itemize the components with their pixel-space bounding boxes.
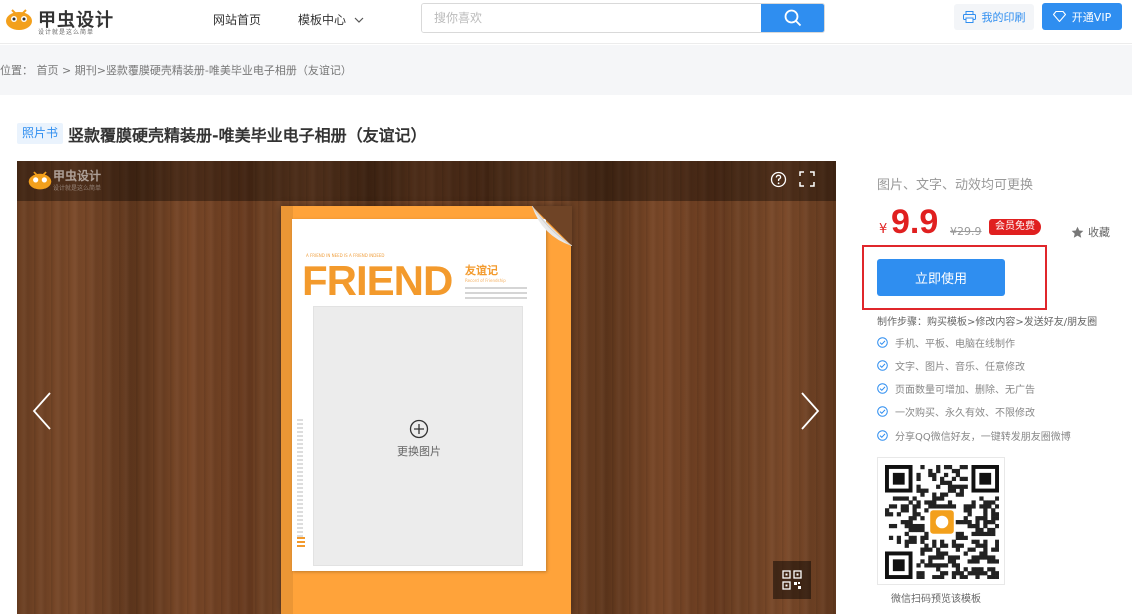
search-bar [421, 3, 825, 33]
original-price: ¥29.9 [950, 225, 982, 238]
vip-free-badge: 会员免费 [989, 219, 1041, 235]
my-print-button[interactable]: 我的印刷 [954, 4, 1034, 30]
star-icon [1071, 226, 1084, 238]
page-title: 竖款覆膜硬壳精装册-唯美毕业电子相册（友谊记） [68, 126, 427, 145]
preview-logo-text: 甲虫设计 [53, 169, 102, 183]
wechat-qr-code [877, 457, 1005, 585]
check-circle-icon [877, 360, 888, 371]
replace-image-action[interactable]: 更换图片 [314, 419, 524, 459]
feature-label: 一次购买、永久有效、不限修改 [895, 408, 1035, 419]
top-header: 甲虫设计 设计就是这么简单 网站首页 模板中心 我的印刷 开通VIP [0, 0, 1132, 44]
search-button[interactable] [761, 4, 824, 32]
feature-label: 文字、图片、音乐、任意修改 [895, 362, 1025, 373]
qr-code-image [885, 465, 999, 579]
previous-arrow-icon[interactable] [31, 391, 53, 431]
breadcrumb-prefix: 位置： [0, 64, 33, 77]
cover-side-bars [297, 537, 305, 549]
favorite-label: 收藏 [1088, 226, 1110, 239]
cover-cn-subtitle: Record of Friendship [465, 278, 506, 283]
open-vip-label: 开通VIP [1071, 10, 1112, 24]
logo-tagline: 设计就是这么简单 [38, 29, 95, 36]
feature-item: 页面数量可增加、删除、无广告 [877, 381, 1035, 396]
feature-label: 页面数量可增加、删除、无广告 [895, 385, 1035, 396]
preview-toolbar: 甲虫设计 设计就是这么简单 [17, 161, 836, 201]
breadcrumb-home[interactable]: 首页 [37, 64, 59, 77]
open-vip-button[interactable]: 开通VIP [1042, 3, 1122, 30]
cover-page: A FRIEND IN NEED IS A FRIEND INDEED FRIE… [292, 219, 546, 571]
qr-caption: 微信扫码预览该模板 [891, 594, 981, 605]
breadcrumb-separator: > [96, 64, 106, 77]
replace-image-label: 更换图片 [397, 445, 441, 458]
nav-home[interactable]: 网站首页 [213, 11, 261, 28]
use-now-button[interactable]: 立即使用 [877, 259, 1005, 296]
beetle-logo-icon [6, 9, 32, 30]
qr-preview-button[interactable] [773, 561, 811, 599]
nav-template-center[interactable]: 模板中心 [298, 11, 364, 28]
cover-side-text [297, 419, 303, 539]
breadcrumb: 位置： 首页 > 期刊>竖款覆膜硬壳精装册-唯美毕业电子相册（友谊记） [0, 62, 352, 78]
plus-circle-icon [409, 419, 429, 439]
search-input[interactable] [422, 4, 762, 32]
printer-icon [962, 11, 976, 23]
breadcrumb-category[interactable]: 期刊 [75, 64, 97, 77]
diamond-icon [1052, 11, 1066, 22]
beetle-logo-icon [28, 171, 52, 190]
qrcode-icon [782, 570, 802, 590]
favorite-button[interactable]: 收藏 [1071, 224, 1110, 240]
template-preview[interactable]: 甲虫设计 设计就是这么简单 A FRIEND IN NEED IS A FRIE… [17, 161, 836, 614]
feature-label: 分享QQ微信好友，一键转发朋友圈微博 [895, 432, 1071, 443]
price-currency: ¥ [879, 222, 888, 237]
feature-item: 文字、图片、音乐、任意修改 [877, 358, 1025, 373]
feature-item: 手机、平板、电脑在线制作 [877, 335, 1015, 350]
site-logo[interactable]: 甲虫设计 设计就是这么简单 [4, 5, 134, 36]
feature-item: 分享QQ微信好友，一键转发朋友圈微博 [877, 428, 1071, 443]
cover-cn-title: 友谊记 [465, 264, 498, 277]
production-steps: 制作步骤：购买模板>修改内容>发送好友/朋友圈 [877, 317, 1098, 328]
breadcrumb-bar: 位置： 首页 > 期刊>竖款覆膜硬壳精装册-唯美毕业电子相册（友谊记） [0, 45, 1132, 95]
preview-watermark-logo [27, 166, 53, 196]
fullscreen-icon[interactable] [799, 171, 815, 187]
photo-placeholder[interactable]: 更换图片 [313, 306, 523, 566]
search-icon [784, 9, 801, 27]
breadcrumb-separator: > [58, 64, 72, 77]
next-arrow-icon[interactable] [799, 391, 821, 431]
feature-item: 一次购买、永久有效、不限修改 [877, 404, 1035, 419]
check-circle-icon [877, 430, 888, 441]
category-tag: 照片书 [17, 123, 64, 144]
chevron-down-icon [354, 17, 364, 23]
cover-big-word: FRIEND [302, 257, 453, 304]
page-curl[interactable] [532, 206, 572, 246]
help-icon[interactable] [770, 171, 787, 188]
feature-label: 手机、平板、电脑在线制作 [895, 339, 1015, 350]
editable-features-title: 图片、文字、动效均可更换 [877, 178, 1034, 193]
price: 9.9 [891, 203, 939, 241]
check-circle-icon [877, 406, 888, 417]
nav-template-center-label: 模板中心 [298, 13, 347, 27]
cover-text-lines [465, 287, 527, 302]
preview-logo-tagline: 设计就是这么简单 [53, 185, 102, 192]
breadcrumb-current: 竖款覆膜硬壳精装册-唯美毕业电子相册（友谊记） [105, 64, 352, 77]
check-circle-icon [877, 337, 888, 348]
my-print-label: 我的印刷 [981, 11, 1026, 24]
check-circle-icon [877, 383, 888, 394]
